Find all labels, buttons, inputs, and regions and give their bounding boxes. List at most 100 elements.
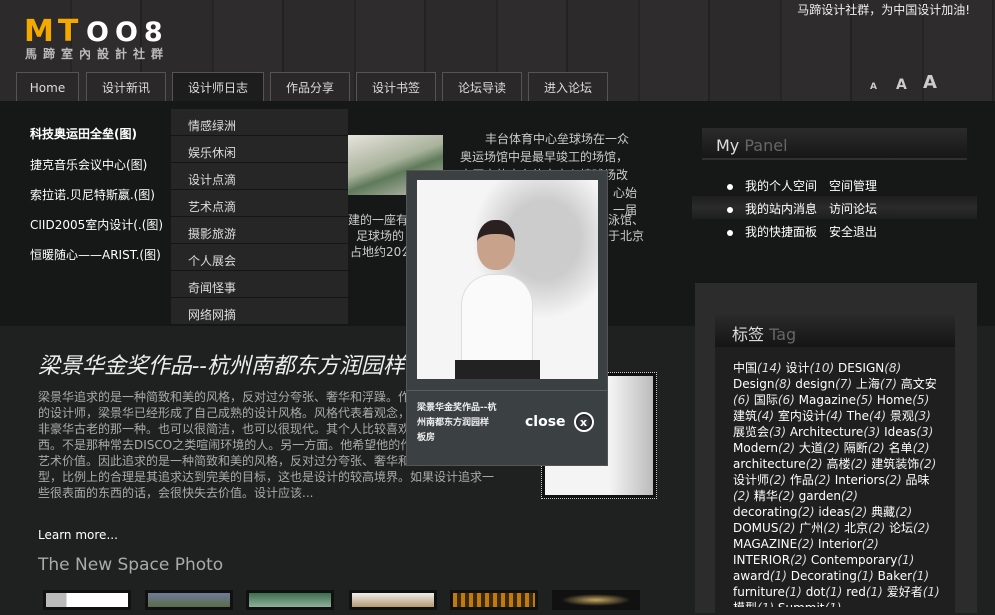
tag-count: (4): [757, 409, 775, 423]
tab-home[interactable]: Home: [16, 72, 79, 102]
tag-link[interactable]: Ideas: [884, 425, 916, 439]
font-large-button[interactable]: A: [923, 72, 937, 93]
tag-link[interactable]: Home: [877, 393, 912, 407]
tag-link[interactable]: 典藏: [871, 505, 895, 519]
feature-title[interactable]: 梁景华金奖作品--杭州南都东方润园样板房: [38, 348, 408, 380]
photo-thumb[interactable]: [349, 590, 437, 610]
tag-link[interactable]: decorating: [733, 505, 798, 519]
panel-link[interactable]: 我的个人空间: [745, 179, 817, 193]
panel-link[interactable]: 我的站内消息: [745, 202, 817, 216]
tag-link[interactable]: 展览会: [733, 425, 769, 439]
tag-link[interactable]: 北京: [844, 521, 868, 535]
dropdown-item[interactable]: 设计点滴: [171, 163, 348, 190]
tag-count: (1): [757, 601, 774, 607]
tab-enter-forum[interactable]: 进入论坛: [528, 72, 608, 102]
tag-link[interactable]: Modern: [733, 441, 778, 455]
tag-link[interactable]: award: [733, 569, 770, 583]
tag-link[interactable]: 高文安: [901, 377, 937, 391]
panel-link[interactable]: 空间管理: [829, 179, 877, 193]
hot-link[interactable]: CIID2005室内设计(.(图): [30, 216, 163, 233]
dropdown-item[interactable]: 情感绿洲: [171, 109, 348, 136]
tag-link[interactable]: 隔断: [844, 441, 868, 455]
tag-link[interactable]: MAGAZINE: [733, 537, 797, 551]
dropdown-item[interactable]: 网络网摘: [171, 298, 348, 325]
close-button[interactable]: close x: [525, 412, 594, 432]
tag-link[interactable]: 作品: [790, 473, 814, 487]
article-text: 于北京: [608, 229, 645, 243]
designer-log-dropdown: 情感绿洲 娱乐休闲 设计点滴 艺术点滴 摄影旅游 个人展会 奇闻怪事 网络网摘: [171, 109, 348, 325]
tag-link[interactable]: 国际: [754, 393, 778, 407]
tag-link[interactable]: 精华: [754, 489, 778, 503]
close-icon[interactable]: x: [573, 412, 594, 432]
tag-link[interactable]: The: [847, 409, 869, 423]
tag-link[interactable]: 中国: [733, 361, 757, 375]
tab-news[interactable]: 设计新讯: [86, 72, 166, 102]
photo-thumb[interactable]: [246, 590, 334, 610]
photo-thumb[interactable]: [145, 590, 233, 610]
hot-link[interactable]: 科技奥运田全垒(图): [30, 125, 137, 142]
tag-count: (2): [895, 505, 913, 519]
dropdown-item[interactable]: 娱乐休闲: [171, 136, 348, 163]
tag-link[interactable]: Interiors: [835, 473, 885, 487]
tag-link[interactable]: 景观: [890, 409, 914, 423]
tag-link[interactable]: 模型: [733, 601, 757, 607]
tag-count: (2): [850, 457, 868, 471]
tag-link[interactable]: ideas: [818, 505, 850, 519]
tag-link[interactable]: 建筑装饰: [871, 457, 919, 471]
tag-link[interactable]: design: [795, 377, 835, 391]
tag-link[interactable]: 室内设计: [778, 409, 826, 423]
tab-bookmarks[interactable]: 设计书签: [356, 72, 436, 102]
tag-link[interactable]: 设计: [785, 361, 809, 375]
tag-link[interactable]: architecture: [733, 457, 806, 471]
tag-link[interactable]: Architecture: [790, 425, 863, 439]
dropdown-item[interactable]: 奇闻怪事: [171, 271, 348, 298]
tag-link[interactable]: 爱好者: [887, 585, 923, 599]
hot-link[interactable]: 恒暖随心——ARIST.(图): [30, 246, 161, 263]
tab-works[interactable]: 作品分享: [270, 72, 350, 102]
tag-link[interactable]: Design: [733, 377, 774, 391]
photo-thumb[interactable]: [43, 590, 131, 610]
hot-link[interactable]: 索拉诺.贝尼特斯嬴.(图): [30, 186, 155, 203]
tag-link[interactable]: 大道: [799, 441, 823, 455]
font-medium-button[interactable]: A: [896, 77, 907, 93]
tag-link[interactable]: 设计师: [733, 473, 769, 487]
tag-link[interactable]: dot: [806, 585, 826, 599]
tag-link[interactable]: Magazine: [799, 393, 856, 407]
tab-forum-guide[interactable]: 论坛导读: [442, 72, 522, 102]
tag-cloud: 中国(14) 设计(10) DESIGN(8) Design(8) design…: [733, 360, 941, 607]
photo-thumb[interactable]: [450, 590, 538, 610]
tag-link[interactable]: Summit: [778, 601, 825, 607]
tag-link[interactable]: 品味: [906, 473, 930, 487]
learn-more-link[interactable]: Learn more...: [38, 528, 118, 542]
tag-link[interactable]: 建筑: [733, 409, 757, 423]
panel-link[interactable]: 访问论坛: [829, 202, 877, 216]
tag-link[interactable]: Baker: [878, 569, 912, 583]
tab-designer-log[interactable]: 设计师日志: [172, 72, 264, 102]
tag-link[interactable]: INTERIOR: [733, 553, 790, 567]
tag-count: (1): [825, 585, 843, 599]
hot-link[interactable]: 捷克音乐会议中心(图): [30, 156, 147, 173]
logo[interactable]: MT: [24, 14, 82, 49]
tag-link[interactable]: 上海: [856, 377, 880, 391]
tag-link[interactable]: furniture: [733, 585, 785, 599]
panel-link[interactable]: 安全退出: [829, 225, 877, 239]
tag-link[interactable]: DESIGN: [838, 361, 884, 375]
tag-link[interactable]: garden: [799, 489, 841, 503]
tag-link[interactable]: 名单: [889, 441, 913, 455]
tag-link[interactable]: red: [846, 585, 866, 599]
font-small-button[interactable]: A: [870, 82, 877, 92]
tag-link[interactable]: Decorating: [791, 569, 857, 583]
panel-link[interactable]: 我的快捷面板: [745, 225, 817, 239]
tag-link[interactable]: 高楼: [826, 457, 850, 471]
tag-count: (14): [757, 361, 782, 375]
dropdown-item[interactable]: 个人展会: [171, 244, 348, 271]
tag-link[interactable]: 广州: [799, 521, 823, 535]
dropdown-item[interactable]: 摄影旅游: [171, 217, 348, 244]
tag-count: (2): [777, 489, 795, 503]
tag-link[interactable]: DOMUS: [733, 521, 778, 535]
tag-link[interactable]: Contemporary: [811, 553, 897, 567]
tag-link[interactable]: 论坛: [889, 521, 913, 535]
tag-link[interactable]: Interior: [818, 537, 862, 551]
photo-thumb[interactable]: [552, 590, 640, 610]
dropdown-item[interactable]: 艺术点滴: [171, 190, 348, 217]
